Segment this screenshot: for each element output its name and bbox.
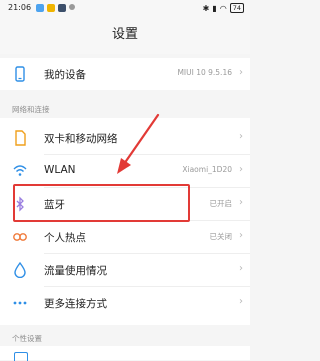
notification-icon xyxy=(69,4,75,10)
list-item-label: 更多连接方式 xyxy=(44,298,107,310)
battery-indicator: 74 xyxy=(229,3,244,13)
my-device-value: MIUI 10 9.5.16 xyxy=(177,68,232,77)
more-connections-icon xyxy=(12,295,28,311)
list-item-label: WLAN xyxy=(44,164,76,176)
chevron-right-icon: › xyxy=(239,197,243,208)
chevron-right-icon: › xyxy=(239,263,243,274)
chevron-right-icon: › xyxy=(239,296,243,307)
list-item-label: 个人热点 xyxy=(44,232,86,244)
notification-icon xyxy=(58,4,66,12)
section-label-network: 网络和连接 xyxy=(12,105,50,114)
chevron-right-icon: › xyxy=(239,67,243,78)
bluetooth-status-icon: ✱ xyxy=(202,3,210,13)
list-item-more-connections[interactable]: 更多连接方式 › xyxy=(0,287,250,319)
list-item-hotspot[interactable]: 个人热点 已关闭 › xyxy=(0,221,250,253)
chevron-right-icon: › xyxy=(239,230,243,241)
my-device-label: 我的设备 xyxy=(44,69,86,81)
notification-icon xyxy=(47,4,55,12)
chevron-right-icon: › xyxy=(239,131,243,142)
phone-icon xyxy=(12,66,28,82)
wifi-status-icon: ◠ xyxy=(219,3,227,13)
personal-card xyxy=(0,346,250,360)
data-usage-icon xyxy=(12,261,28,279)
chevron-right-icon: › xyxy=(239,164,243,175)
list-item-label: 双卡和移动网络 xyxy=(44,133,118,145)
notification-icon xyxy=(36,4,44,12)
list-item-value: 已关闭 xyxy=(209,232,233,241)
wifi-icon xyxy=(12,163,28,179)
status-time: 21:06 xyxy=(8,3,32,12)
list-item-value: 已开启 xyxy=(209,199,233,208)
signal-icon: ▮ xyxy=(212,3,217,13)
list-item-wlan[interactable]: WLAN Xiaomi_1D20 › xyxy=(0,155,250,187)
page-title: 设置 xyxy=(111,27,138,42)
list-item-label: 流量使用情况 xyxy=(44,265,107,277)
list-item-dual-sim[interactable]: 双卡和移动网络 › xyxy=(0,122,250,154)
list-item-data-usage[interactable]: 流量使用情况 › xyxy=(0,254,250,286)
sim-card-icon xyxy=(12,130,28,146)
page-header: 设置 xyxy=(0,16,250,54)
section-label-personal: 个性设置 xyxy=(12,334,42,343)
hotspot-icon xyxy=(12,229,28,245)
highlight-box xyxy=(13,184,190,222)
list-item-value: Xiaomi_1D20 xyxy=(182,165,232,174)
my-device-row[interactable]: 我的设备 MIUI 10 9.5.16 › xyxy=(0,58,250,90)
status-bar: 21:06 ✱ ▮ ◠ 74 xyxy=(0,0,250,16)
